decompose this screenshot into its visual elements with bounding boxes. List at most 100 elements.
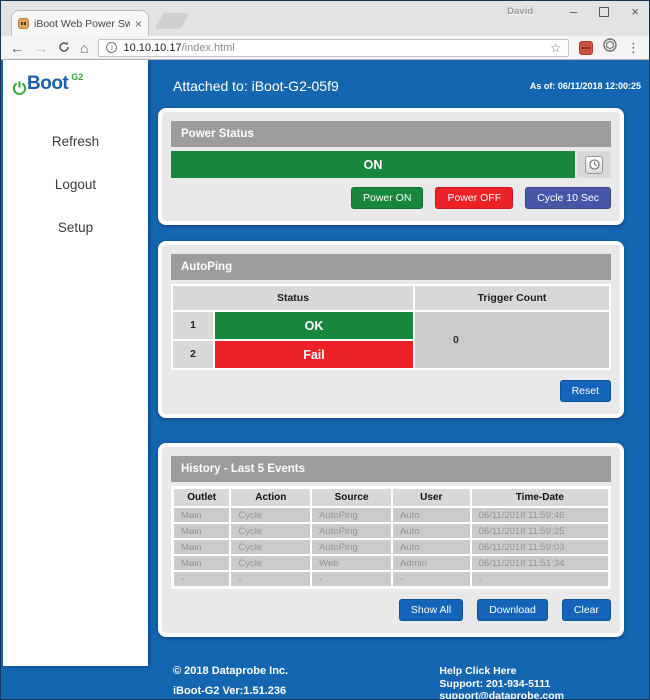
logo-badge: G2 — [71, 72, 83, 82]
attached-device-title: Attached to: iBoot-G2-05f9 — [173, 78, 339, 94]
history-col-user: User — [393, 489, 470, 506]
history-buttons-row: Show All Download Clear — [171, 599, 611, 621]
history-cell: Main — [174, 540, 229, 554]
browser-tab[interactable]: iBoot Web Power Switch × — [11, 10, 149, 36]
url-host: 10.10.10.17 — [123, 42, 181, 54]
address-bar[interactable]: i 10.10.10.17/index.html ☆ — [98, 39, 569, 57]
history-cell: Web — [312, 556, 391, 570]
autoping-trigger-column-header: Trigger Count — [415, 286, 609, 310]
history-cell: Main — [174, 556, 229, 570]
download-button[interactable]: Download — [477, 599, 548, 621]
autoping-header: AutoPing — [171, 254, 611, 280]
history-cell: 06/11/2018 11:59:46 — [472, 508, 608, 522]
chrome-menu-icon[interactable]: ⋮ — [627, 40, 640, 56]
history-cell: Cycle — [231, 556, 310, 570]
clear-button[interactable]: Clear — [562, 599, 611, 621]
window-controls: – × — [570, 3, 639, 21]
window-close-button[interactable]: × — [631, 5, 639, 19]
home-icon[interactable]: ⌂ — [80, 41, 88, 55]
bookmark-star-icon[interactable]: ☆ — [550, 41, 561, 55]
aperture-extension-icon[interactable] — [603, 38, 617, 57]
history-cell: AutoPing — [312, 540, 391, 554]
history-cell: AutoPing — [312, 508, 391, 522]
reload-icon[interactable] — [58, 41, 70, 55]
history-header-row: Outlet Action Source User Time-Date — [174, 489, 608, 506]
outlet-favicon-icon — [18, 18, 29, 29]
url-text[interactable]: 10.10.10.17/index.html — [123, 42, 234, 54]
clock-icon — [589, 159, 600, 170]
history-cell: Cycle — [231, 524, 310, 538]
autoping-status-column-header: Status — [173, 286, 413, 310]
forward-icon[interactable]: → — [34, 41, 48, 55]
browser-titlebar[interactable]: iBoot Web Power Switch × David – × — [1, 1, 649, 36]
autoping-buttons-row: Reset — [171, 380, 611, 402]
cycle-10-sec-button[interactable]: Cycle 10 Sec — [525, 187, 611, 209]
cycle-timer-button[interactable] — [585, 156, 603, 174]
history-cell: AutoPing — [312, 524, 391, 538]
maximize-button[interactable] — [599, 7, 609, 17]
history-row: Main Cycle AutoPing Auto 06/11/2018 11:5… — [174, 540, 608, 554]
profile-name[interactable]: David — [507, 6, 533, 17]
browser-toolbar: ← → ⌂ i 10.10.10.17/index.html ☆ ⋮ — [1, 36, 649, 60]
page-header: Attached to: iBoot-G2-05f9 As of: 06/11/… — [158, 60, 624, 94]
sidebar-item-setup[interactable]: Setup — [3, 214, 148, 241]
history-panel: History - Last 5 Events Outlet Action So… — [158, 443, 624, 637]
tab-title: iBoot Web Power Switch — [34, 18, 130, 30]
history-cell: Main — [174, 524, 229, 538]
history-table: Outlet Action Source User Time-Date Main… — [171, 486, 611, 589]
power-status-panel: Power Status ON Power ON Power OFF Cycle… — [158, 108, 624, 225]
autoping-row-number: 2 — [173, 341, 213, 368]
main-content: Attached to: iBoot-G2-05f9 As of: 06/11/… — [148, 60, 649, 700]
power-off-button[interactable]: Power OFF — [435, 187, 513, 209]
url-path: /index.html — [182, 42, 235, 54]
sidebar-item-logout[interactable]: Logout — [3, 171, 148, 198]
as-of-timestamp: As of: 06/11/2018 12:00:25 — [530, 81, 641, 91]
page-body: Boot G2 Refresh Logout Setup Attached to… — [1, 60, 649, 700]
history-cell: 06/11/2018 11:59:03 — [472, 540, 608, 554]
history-col-source: Source — [312, 489, 391, 506]
footer-support: Help Click Here Support: 201-934-5111 su… — [439, 665, 564, 700]
history-cell: - — [472, 572, 608, 586]
history-cell: - — [312, 572, 391, 586]
autoping-panel: AutoPing Status Trigger Count 1 OK 0 2 F… — [158, 241, 624, 418]
show-all-button[interactable]: Show All — [399, 599, 463, 621]
iboot-logo: Boot G2 — [3, 60, 148, 96]
tab-close-icon[interactable]: × — [135, 19, 142, 29]
history-row: Main Cycle AutoPing Auto 06/11/2018 11:5… — [174, 524, 608, 538]
firmware-version: iBoot-G2 Ver:1.51.236 — [173, 685, 288, 697]
sidebar-item-refresh[interactable]: Refresh — [3, 128, 148, 155]
page-info-icon[interactable]: i — [106, 42, 117, 53]
minimize-button[interactable]: – — [570, 5, 577, 19]
back-icon[interactable]: ← — [10, 41, 24, 55]
logo-text: Boot — [27, 74, 68, 94]
footer-left: © 2018 Dataprobe Inc. iBoot-G2 Ver:1.51.… — [173, 665, 288, 700]
cycle-timer-cell — [577, 151, 611, 178]
autoping-status-ok-bar: OK — [215, 312, 413, 339]
history-cell: Admin — [393, 556, 470, 570]
history-cell: Main — [174, 508, 229, 522]
power-status-row: ON — [171, 151, 611, 178]
history-row: - - - - - — [174, 572, 608, 586]
support-phone: Support: 201-934-5111 — [439, 678, 564, 691]
extension-icon[interactable] — [579, 41, 593, 55]
sidebar-nav: Refresh Logout Setup — [3, 128, 148, 241]
history-col-outlet: Outlet — [174, 489, 229, 506]
autoping-trigger-count: 0 — [415, 312, 609, 368]
power-status-header: Power Status — [171, 121, 611, 147]
power-icon — [12, 80, 27, 96]
support-email[interactable]: support@dataprobe.com — [439, 690, 564, 700]
power-state-bar: ON — [171, 151, 575, 178]
help-link[interactable]: Help Click Here — [439, 665, 564, 678]
autoping-table: Status Trigger Count 1 OK 0 2 Fail — [171, 284, 611, 370]
page-footer: © 2018 Dataprobe Inc. iBoot-G2 Ver:1.51.… — [158, 665, 624, 700]
history-cell: Auto — [393, 540, 470, 554]
history-cell: - — [231, 572, 310, 586]
history-cell: Cycle — [231, 508, 310, 522]
history-row: Main Cycle Web Admin 06/11/2018 11:51:34 — [174, 556, 608, 570]
history-col-timedate: Time-Date — [472, 489, 608, 506]
new-tab-button[interactable] — [155, 13, 190, 29]
reset-button[interactable]: Reset — [560, 380, 611, 402]
power-on-button[interactable]: Power ON — [351, 187, 423, 209]
browser-window: iBoot Web Power Switch × David – × ← → ⌂… — [0, 0, 650, 700]
history-cell: - — [393, 572, 470, 586]
